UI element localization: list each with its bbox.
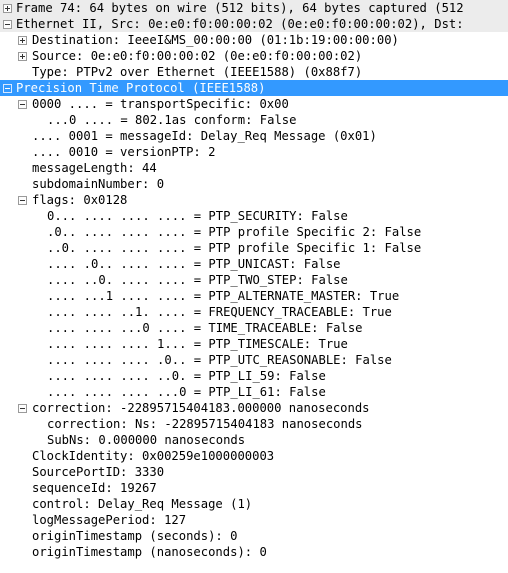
tree-node-ptp[interactable]: Precision Time Protocol (IEEE1588) [0, 80, 508, 96]
tree-leaf-flag[interactable]: 0... .... .... .... = PTP_SECURITY: Fals… [0, 208, 508, 224]
node-label: Frame 74: 64 bytes on wire (512 bits), 6… [16, 1, 464, 15]
tree-node-correction[interactable]: correction: -22895715404183.000000 nanos… [0, 400, 508, 416]
node-label: correction: -22895715404183.000000 nanos… [32, 401, 370, 415]
expand-icon[interactable] [18, 36, 27, 45]
collapse-icon[interactable] [18, 100, 27, 109]
node-label: flags: 0x0128 [32, 193, 128, 207]
tree-leaf-subns[interactable]: SubNs: 0.000000 nanoseconds [0, 432, 508, 448]
tree-leaf-origin-timestamp-seconds[interactable]: originTimestamp (seconds): 0 [0, 528, 508, 544]
node-label: .... .0.. .... .... = PTP_UNICAST: False [47, 257, 341, 271]
node-label: .... .... ...0 .... = TIME_TRACEABLE: Fa… [47, 321, 363, 335]
node-label: SubNs: 0.000000 nanoseconds [47, 433, 246, 447]
node-label: 0000 .... = transportSpecific: 0x00 [32, 97, 289, 111]
node-label: originTimestamp (seconds): 0 [32, 529, 238, 543]
node-label: originTimestamp (nanoseconds): 0 [32, 545, 267, 559]
tree-leaf-flag[interactable]: .... .... ..1. .... = FREQUENCY_TRACEABL… [0, 304, 508, 320]
tree-leaf-version-ptp[interactable]: .... 0010 = versionPTP: 2 [0, 144, 508, 160]
tree-leaf-sequence-id[interactable]: sequenceId: 19267 [0, 480, 508, 496]
node-label: Destination: IeeeI&MS_00:00:00 (01:1b:19… [32, 33, 399, 47]
node-label: .... .... .... .0.. = PTP_UTC_REASONABLE… [47, 353, 392, 367]
node-label: ..0. .... .... .... = PTP profile Specif… [47, 241, 422, 255]
tree-leaf-message-id[interactable]: .... 0001 = messageId: Delay_Req Message… [0, 128, 508, 144]
node-label: logMessagePeriod: 127 [32, 513, 187, 527]
tree-leaf-clock-identity[interactable]: ClockIdentity: 0x00259e1000000003 [0, 448, 508, 464]
node-label: .... 0001 = messageId: Delay_Req Message… [32, 129, 377, 143]
tree-leaf-flag[interactable]: .... .... ...0 .... = TIME_TRACEABLE: Fa… [0, 320, 508, 336]
tree-leaf-log-message-period[interactable]: logMessagePeriod: 127 [0, 512, 508, 528]
node-label: .... ..0. .... .... = PTP_TWO_STEP: Fals… [47, 273, 348, 287]
expand-icon[interactable] [3, 4, 12, 13]
node-label: .... .... ..1. .... = FREQUENCY_TRACEABL… [47, 305, 392, 319]
collapse-icon[interactable] [18, 404, 27, 413]
node-label: ...0 .... = 802.1as conform: False [47, 113, 297, 127]
node-label: .... .... .... ...0 = PTP_LI_61: False [47, 385, 326, 399]
tree-leaf-8021as-conform[interactable]: ...0 .... = 802.1as conform: False [0, 112, 508, 128]
tree-node-transport-specific[interactable]: 0000 .... = transportSpecific: 0x00 [0, 96, 508, 112]
node-label: Type: PTPv2 over Ethernet (IEEE1588) (0x… [32, 65, 363, 79]
tree-leaf-flag[interactable]: .... .... .... .0.. = PTP_UTC_REASONABLE… [0, 352, 508, 368]
node-label: Precision Time Protocol (IEEE1588) [16, 81, 266, 95]
node-label: correction: Ns: -22895715404183 nanoseco… [47, 417, 363, 431]
tree-node-ethernet[interactable]: Ethernet II, Src: 0e:e0:f0:00:00:02 (0e:… [0, 16, 508, 32]
tree-leaf-flag[interactable]: .... .0.. .... .... = PTP_UNICAST: False [0, 256, 508, 272]
node-label: .... .... .... ..0. = PTP_LI_59: False [47, 369, 326, 383]
tree-leaf-control[interactable]: control: Delay_Req Message (1) [0, 496, 508, 512]
tree-node-source[interactable]: Source: 0e:e0:f0:00:00:02 (0e:e0:f0:00:0… [0, 48, 508, 64]
node-label: messageLength: 44 [32, 161, 157, 175]
tree-leaf-flag[interactable]: .... ...1 .... .... = PTP_ALTERNATE_MAST… [0, 288, 508, 304]
tree-leaf-correction-ns[interactable]: correction: Ns: -22895715404183 nanoseco… [0, 416, 508, 432]
tree-node-destination[interactable]: Destination: IeeeI&MS_00:00:00 (01:1b:19… [0, 32, 508, 48]
node-label: .... 0010 = versionPTP: 2 [32, 145, 216, 159]
tree-leaf-subdomain-number[interactable]: subdomainNumber: 0 [0, 176, 508, 192]
collapse-icon[interactable] [3, 84, 12, 93]
node-label: 0... .... .... .... = PTP_SECURITY: Fals… [47, 209, 348, 223]
tree-leaf-message-length[interactable]: messageLength: 44 [0, 160, 508, 176]
tree-node-flags[interactable]: flags: 0x0128 [0, 192, 508, 208]
tree-leaf-type[interactable]: Type: PTPv2 over Ethernet (IEEE1588) (0x… [0, 64, 508, 80]
expand-icon[interactable] [18, 52, 27, 61]
tree-leaf-origin-timestamp-nanoseconds[interactable]: originTimestamp (nanoseconds): 0 [0, 544, 508, 560]
tree-leaf-flag[interactable]: .... .... .... ...0 = PTP_LI_61: False [0, 384, 508, 400]
node-label: Ethernet II, Src: 0e:e0:f0:00:00:02 (0e:… [16, 17, 464, 31]
tree-node-frame[interactable]: Frame 74: 64 bytes on wire (512 bits), 6… [0, 0, 508, 16]
node-label: SourcePortID: 3330 [32, 465, 165, 479]
node-label: sequenceId: 19267 [32, 481, 157, 495]
tree-leaf-flag[interactable]: .... ..0. .... .... = PTP_TWO_STEP: Fals… [0, 272, 508, 288]
node-label: control: Delay_Req Message (1) [32, 497, 253, 511]
tree-leaf-flag[interactable]: ..0. .... .... .... = PTP profile Specif… [0, 240, 508, 256]
node-label: ClockIdentity: 0x00259e1000000003 [32, 449, 275, 463]
node-label: .0.. .... .... .... = PTP profile Specif… [47, 225, 422, 239]
tree-leaf-flag[interactable]: .... .... .... 1... = PTP_TIMESCALE: Tru… [0, 336, 508, 352]
node-label: .... .... .... 1... = PTP_TIMESCALE: Tru… [47, 337, 348, 351]
packet-details-tree: Frame 74: 64 bytes on wire (512 bits), 6… [0, 0, 508, 560]
node-label: .... ...1 .... .... = PTP_ALTERNATE_MAST… [47, 289, 400, 303]
collapse-icon[interactable] [3, 20, 12, 29]
node-label: subdomainNumber: 0 [32, 177, 165, 191]
tree-leaf-flag[interactable]: .0.. .... .... .... = PTP profile Specif… [0, 224, 508, 240]
node-label: Source: 0e:e0:f0:00:00:02 (0e:e0:f0:00:0… [32, 49, 363, 63]
tree-leaf-flag[interactable]: .... .... .... ..0. = PTP_LI_59: False [0, 368, 508, 384]
tree-leaf-source-port-id[interactable]: SourcePortID: 3330 [0, 464, 508, 480]
collapse-icon[interactable] [18, 196, 27, 205]
